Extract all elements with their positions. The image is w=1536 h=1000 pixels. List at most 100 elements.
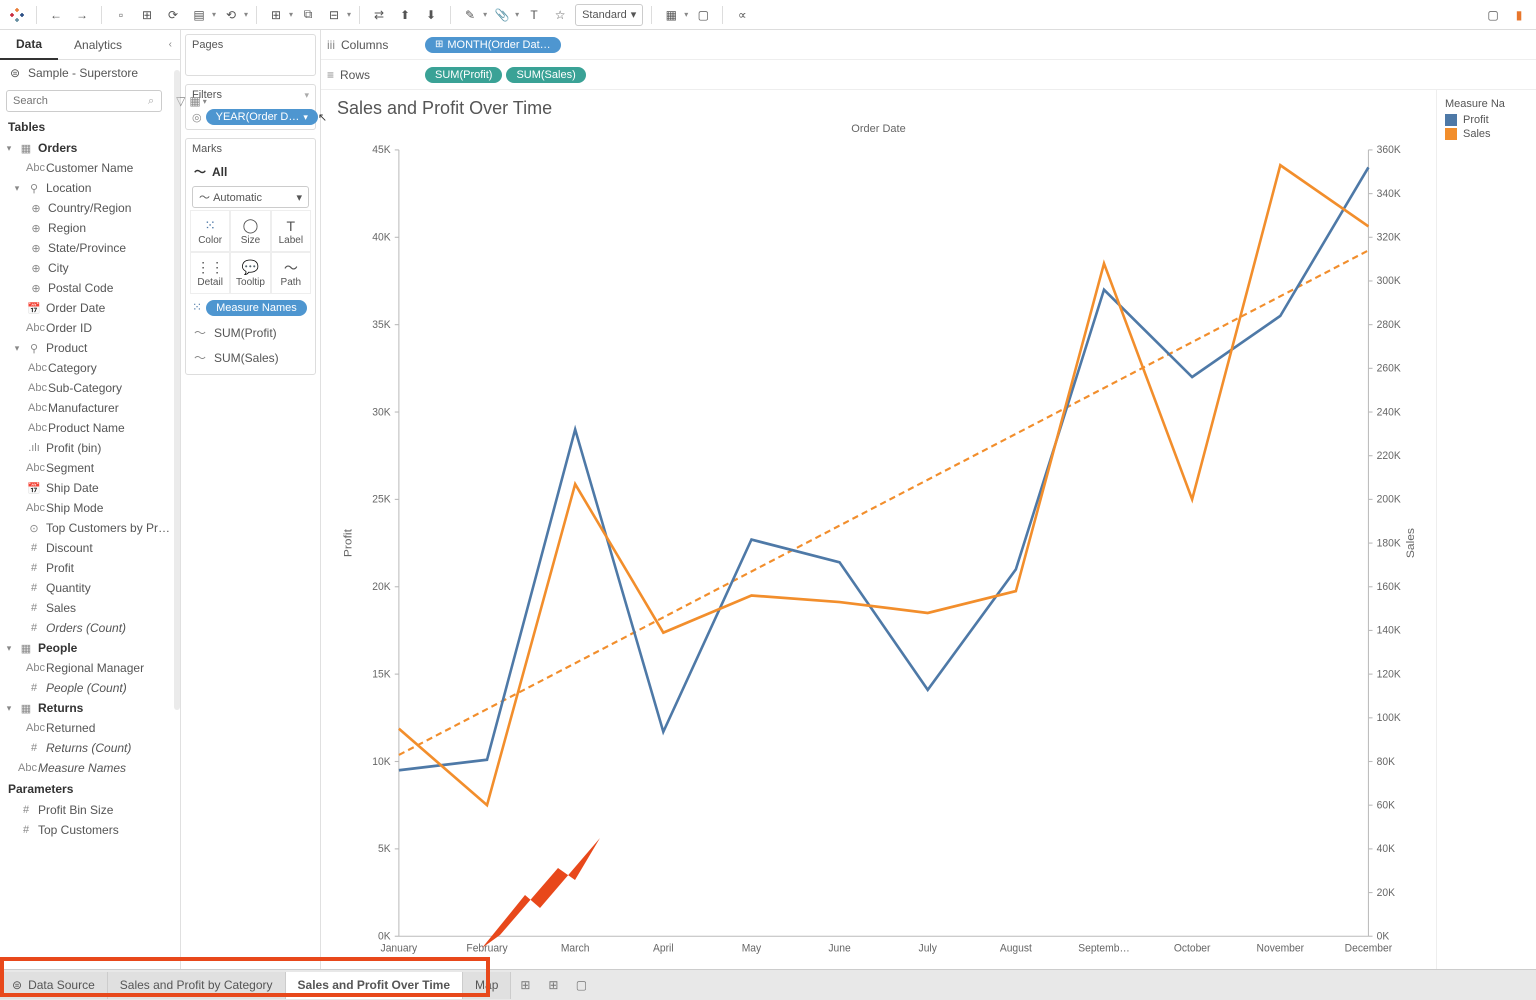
legend-item-profit[interactable]: Profit [1445,114,1528,126]
svg-text:25K: 25K [372,493,390,505]
share-icon[interactable]: ∝ [731,4,753,26]
new-datasource-icon[interactable]: ⊞ [136,4,158,26]
table-orders[interactable]: ▾▦Orders [0,138,180,158]
field-orders-count[interactable]: #Orders (Count) [0,618,180,638]
columns-pill-month[interactable]: ⊞MONTH(Order Dat… [425,37,561,53]
marks-all[interactable]: All [212,165,227,179]
collapse-panel-icon[interactable]: ‹ [161,39,180,50]
view-icon[interactable]: ▦ [189,94,200,108]
field-product[interactable]: ▾⚲Product [0,338,180,358]
field-postal[interactable]: ⊕Postal Code [0,278,180,298]
group-icon[interactable]: 📎 [491,4,513,26]
marks-detail[interactable]: ⋮⋮Detail [190,252,230,294]
new-sheet-icon[interactable]: ⊞ [265,4,287,26]
field-region[interactable]: ⊕Region [0,218,180,238]
field-category[interactable]: AbcCategory [0,358,180,378]
legend-swatch-sales [1445,128,1457,140]
field-order-date[interactable]: 📅Order Date [0,298,180,318]
field-manufacturer[interactable]: AbcManufacturer [0,398,180,418]
chart-title[interactable]: Sales and Profit Over Time [337,98,1420,119]
field-city[interactable]: ⊕City [0,258,180,278]
viz-panel: iiiColumns ⊞MONTH(Order Dat… ≡Rows SUM(P… [321,30,1536,969]
field-profit-bin[interactable]: .ılıProfit (bin) [0,438,180,458]
top-toolbar: ← → ▫ ⊞ ⟳ ▤▾ ⟲▾ ⊞▾ ⧉ ⊟▾ ⇄ ⬆ ⬇ ✎▾ 📎▾ T ☆ … [0,0,1536,30]
undo-icon[interactable]: ← [45,4,67,26]
param-profit-bin-size[interactable]: #Profit Bin Size [0,800,180,820]
save-icon[interactable]: ▫ [110,4,132,26]
marks-sum-profit[interactable]: 〜SUM(Profit) [186,320,315,345]
showme-icon[interactable]: ▦ [660,4,682,26]
field-customer-name[interactable]: AbcCustomer Name [0,158,180,178]
rows-pill-sales[interactable]: SUM(Sales) [506,67,585,83]
param-top-customers[interactable]: #Top Customers [0,820,180,840]
field-ship-date[interactable]: 📅Ship Date [0,478,180,498]
filter-pill-year[interactable]: YEAR(Order D…▾ [206,109,318,125]
rows-pill-profit[interactable]: SUM(Profit) [425,67,502,83]
field-measure-names[interactable]: AbcMeasure Names [0,758,180,778]
field-returns-count[interactable]: #Returns (Count) [0,738,180,758]
field-ship-mode[interactable]: AbcShip Mode [0,498,180,518]
marks-measure-names-pill[interactable]: Measure Names [206,300,307,316]
datasource-item[interactable]: ⊜ Sample - Superstore [0,60,180,86]
duplicate-icon[interactable]: ⧉ [297,4,319,26]
field-order-id[interactable]: AbcOrder ID [0,318,180,338]
field-subcategory[interactable]: AbcSub-Category [0,378,180,398]
columns-shelf[interactable]: iiiColumns ⊞MONTH(Order Dat… [321,30,1536,60]
sort-desc-icon[interactable]: ⬇ [420,4,442,26]
swap-icon[interactable]: ⇄ [368,4,390,26]
table-returns[interactable]: ▾▦Returns [0,698,180,718]
rows-shelf[interactable]: ≡Rows SUM(Profit) SUM(Sales) [321,60,1536,90]
present-icon[interactable]: ▢ [1482,4,1504,26]
field-state[interactable]: ⊕State/Province [0,238,180,258]
marks-path[interactable]: 〜Path [271,252,311,294]
text-icon[interactable]: T [523,4,545,26]
tab-sheet1[interactable]: Sales and Profit by Category [108,972,286,999]
show-me-button[interactable]: ▮ [1508,4,1530,26]
field-people-count[interactable]: #People (Count) [0,678,180,698]
field-profit[interactable]: #Profit [0,558,180,578]
tab-data[interactable]: Data [0,30,58,60]
new-story-button[interactable]: ▢ [567,972,595,999]
field-product-name[interactable]: AbcProduct Name [0,418,180,438]
path-icon: 〜 [284,259,298,277]
marks-tooltip[interactable]: 💬Tooltip [230,252,270,294]
refresh-icon[interactable]: ⟲ [220,4,242,26]
marks-color[interactable]: ⁙Color [190,210,230,252]
tab-data-source[interactable]: ⊜Data Source [0,972,108,999]
mark-type-select[interactable]: 〜 Automatic▾ [192,186,309,208]
marks-size[interactable]: ◯Size [230,210,270,252]
new-worksheet-button[interactable]: ⊞ [511,972,539,999]
pause-icon[interactable]: ⟳ [162,4,184,26]
redo-icon[interactable]: → [71,4,93,26]
search-input[interactable] [6,90,162,112]
pin-icon[interactable]: ☆ [549,4,571,26]
field-country[interactable]: ⊕Country/Region [0,198,180,218]
marks-sum-sales[interactable]: 〜SUM(Sales) [186,345,315,370]
tableau-logo-icon[interactable] [6,4,28,26]
tab-analytics[interactable]: Analytics [58,30,138,60]
fit-dropdown[interactable]: Standard▾ [575,4,643,26]
field-returned[interactable]: AbcReturned [0,718,180,738]
marks-label[interactable]: TLabel [271,210,311,252]
tab-sheet2[interactable]: Sales and Profit Over Time [286,972,464,999]
new-dashboard-button[interactable]: ⊞ [539,972,567,999]
field-regional-manager[interactable]: AbcRegional Manager [0,658,180,678]
tab-sheet3[interactable]: Map [463,972,511,999]
presentation-icon[interactable]: ▢ [692,4,714,26]
highlight-icon[interactable]: ✎ [459,4,481,26]
chevron-down-icon[interactable]: ▾ [304,90,309,101]
field-top-customers[interactable]: ⊙Top Customers by Pr… [0,518,180,538]
svg-text:March: March [561,942,590,954]
field-sales[interactable]: #Sales [0,598,180,618]
new-worksheet-icon[interactable]: ▤ [188,4,210,26]
clear-icon[interactable]: ⊟ [323,4,345,26]
field-location[interactable]: ▾⚲Location [0,178,180,198]
legend-item-sales[interactable]: Sales [1445,128,1528,140]
sort-asc-icon[interactable]: ⬆ [394,4,416,26]
scrollbar[interactable] [174,70,180,710]
field-segment[interactable]: AbcSegment [0,458,180,478]
field-discount[interactable]: #Discount [0,538,180,558]
field-quantity[interactable]: #Quantity [0,578,180,598]
table-people[interactable]: ▾▦People [0,638,180,658]
svg-text:0K: 0K [1377,930,1390,942]
